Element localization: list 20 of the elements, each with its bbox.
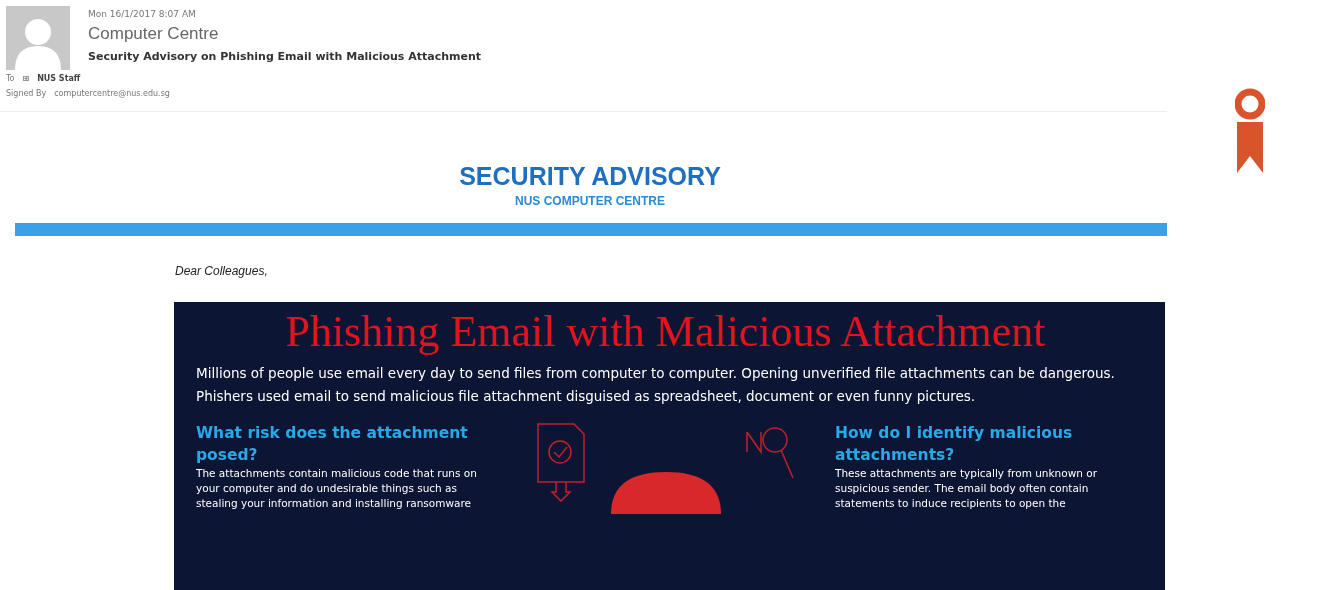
ribbon-badge-icon xyxy=(1234,88,1265,173)
avatar-placeholder xyxy=(6,6,70,70)
document-check-icon xyxy=(536,422,586,503)
greeting-text: Dear Colleagues, xyxy=(175,264,269,278)
signed-by-label: Signed By xyxy=(6,89,47,98)
to-label: To xyxy=(6,74,15,83)
advisory-subtitle: NUS COMPUTER CENTRE xyxy=(515,194,665,208)
section-body: These attachments are typically from unknown or suspicious sender. The email body often contain statements to induce recipients to open the xyxy=(835,466,1098,512)
recipient-name[interactable]: NUS Staff xyxy=(37,74,81,83)
section-body: The attachments contain malicious code that runs on your computer and do undesirable things such as stealing your information and installing ransomware xyxy=(196,466,478,512)
infographic-title: Phishing Email with Malicious Attachment xyxy=(284,308,1047,357)
intro-paragraph: Millions of people use email every day to send files from computer to computer. Opening unverified file attachments can be dangerous. Phishers used email to send malicious file attachment disguised as spreadsheet, document or even funny pictures. xyxy=(196,364,1116,407)
section-heading: How do I identify malicious attachments? xyxy=(835,423,1074,467)
sent-date: Mon 16/1/2017 8:07 AM xyxy=(88,9,197,19)
advisory-title: SECURITY ADVISORY xyxy=(459,162,721,191)
section-heading: What risk does the attachment posed? xyxy=(196,423,469,467)
email-subject: Security Advisory on Phishing Email with Malicious Attachment xyxy=(88,50,481,63)
signer-address: computercentre@nus.edu.sg xyxy=(54,89,170,98)
sender-name: Computer Centre xyxy=(88,24,220,44)
expand-icon[interactable]: ⊞ xyxy=(22,74,30,83)
